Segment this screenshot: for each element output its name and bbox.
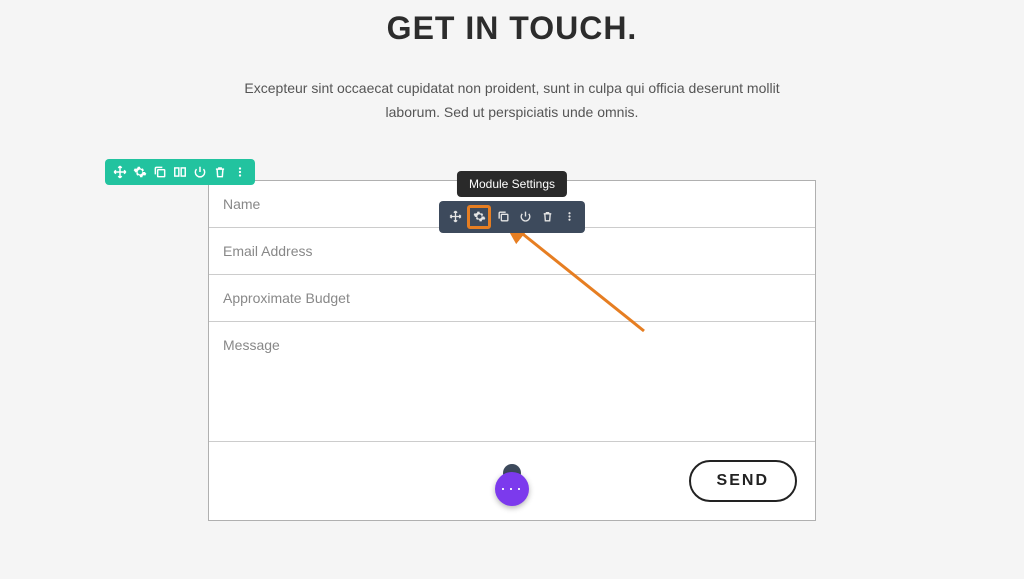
power-icon[interactable] — [515, 207, 535, 227]
move-icon[interactable] — [111, 163, 129, 181]
trash-icon[interactable] — [211, 163, 229, 181]
page-subtitle: Excepteur sint occaecat cupidatat non pr… — [232, 77, 792, 125]
form-footer: SEND ··· — [209, 442, 815, 520]
email-field[interactable]: Email Address — [209, 228, 815, 275]
move-icon[interactable] — [445, 207, 465, 227]
section-toolbar — [105, 159, 255, 185]
module-toolbar — [439, 201, 585, 233]
columns-icon[interactable] — [171, 163, 189, 181]
duplicate-icon[interactable] — [493, 207, 513, 227]
power-icon[interactable] — [191, 163, 209, 181]
message-field[interactable]: Message — [209, 322, 815, 442]
module-settings-button[interactable] — [467, 205, 491, 229]
more-icon[interactable] — [231, 163, 249, 181]
module-settings-tooltip: Module Settings — [457, 171, 567, 197]
more-horizontal-icon: ··· — [500, 478, 524, 499]
send-button[interactable]: SEND — [689, 460, 797, 502]
duplicate-icon[interactable] — [151, 163, 169, 181]
page-title: GET IN TOUCH. — [0, 10, 1024, 47]
budget-field[interactable]: Approximate Budget — [209, 275, 815, 322]
more-icon[interactable] — [559, 207, 579, 227]
contact-form-module[interactable]: Module Settings Name Email Address — [208, 180, 816, 521]
builder-fab[interactable]: ··· — [495, 472, 529, 506]
gear-icon[interactable] — [131, 163, 149, 181]
trash-icon[interactable] — [537, 207, 557, 227]
